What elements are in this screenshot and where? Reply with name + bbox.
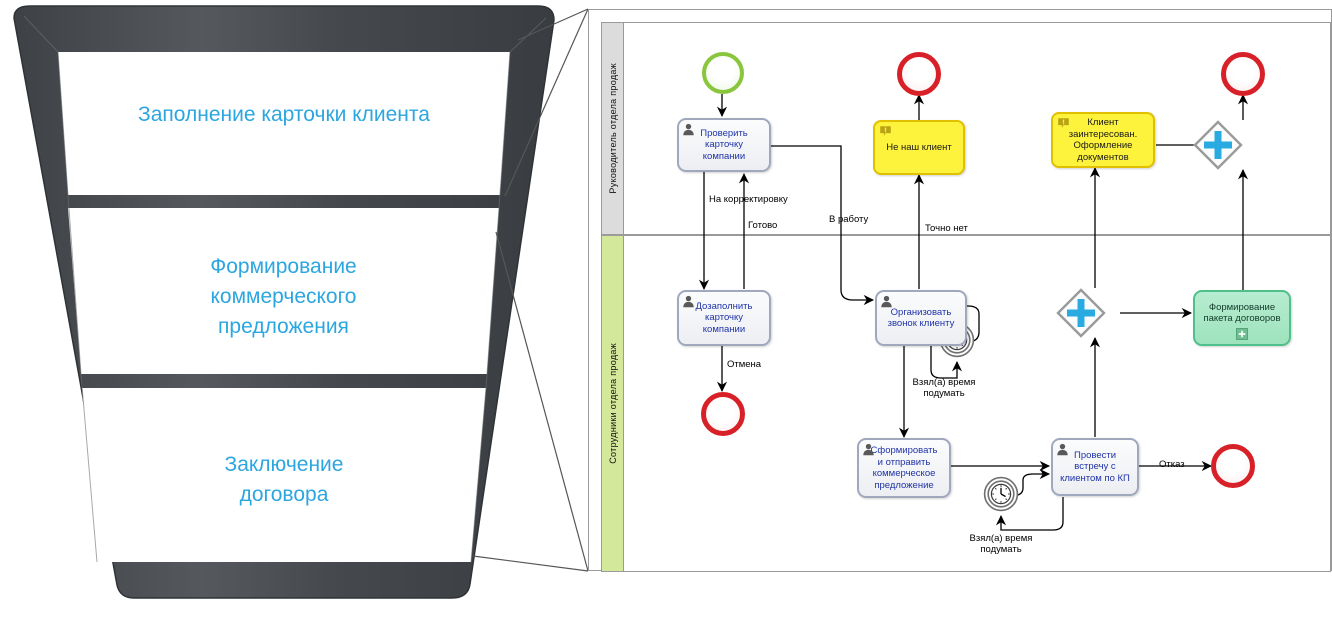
bpmn-end-event-done[interactable] <box>1221 52 1265 96</box>
bpmn-task-meeting[interactable]: Провести встречу с клиентом по КП <box>1051 438 1139 496</box>
bpmn-task-fill-card[interactable]: Дозаполнить карточку компании <box>677 290 771 346</box>
flow-label-ready: Готово <box>748 220 778 231</box>
bpmn-task-check-card[interactable]: Проверить карточку компании <box>677 118 771 172</box>
lane-label-manager: Руководитель отдела продаж <box>607 63 618 194</box>
bpmn-end-event-refusal[interactable] <box>1211 444 1255 488</box>
flow-label-think-2: Взял(а) время подумать <box>969 533 1033 555</box>
funnel-stage-label-3: Заключение договора <box>224 453 344 506</box>
bpmn-end-event-not-our-client[interactable] <box>897 52 941 96</box>
task-label-check-card: Проверить карточку компании <box>700 127 748 162</box>
flow-label-to-work: В работу <box>829 214 869 225</box>
bpmn-annotation-not-our-client[interactable]: Не наш клиент <box>873 120 965 175</box>
lane-header-employees: Сотрудники отдела продаж <box>602 236 624 571</box>
funnel-stage-label-1: Заполнение карточки клиента <box>138 103 430 126</box>
bpmn-task-send-offer[interactable]: Сформировать и отправить коммерческое пр… <box>857 438 951 498</box>
bpmn-task-call-client[interactable]: Организовать звонок клиенту <box>875 290 967 346</box>
user-icon <box>863 443 874 456</box>
flow-label-refusal: Отказ <box>1159 459 1185 470</box>
bpmn-pool: Руководитель отдела продаж Сотрудники от… <box>601 22 1331 572</box>
bpmn-start-event[interactable] <box>702 52 744 94</box>
user-icon <box>683 123 694 136</box>
task-label-meeting: Провести встречу с клиентом по КП <box>1060 449 1130 484</box>
bpmn-subprocess-contract-package[interactable]: Формирование пакета договоров <box>1193 290 1291 346</box>
annotation-label-not-our-client: Не наш клиент <box>886 141 952 153</box>
note-icon <box>1058 118 1069 128</box>
task-label-send-offer: Сформировать и отправить коммерческое пр… <box>870 445 938 491</box>
bpmn-parallel-gateway-split[interactable] <box>1056 288 1106 338</box>
user-icon <box>881 295 892 308</box>
subprocess-label-contract-package: Формирование пакета договоров <box>1203 301 1281 325</box>
task-label-fill-card: Дозаполнить карточку компании <box>695 300 753 335</box>
flow-label-cancel: Отмена <box>727 359 762 370</box>
bpmn-parallel-gateway-join[interactable] <box>1193 120 1243 170</box>
flow-label-correction: На корректировку <box>709 194 788 205</box>
flow-label-definitely-no: Точно нет <box>925 223 968 234</box>
annotation-label-client-interested: Клиент заинтересован. Оформление докумен… <box>1068 117 1138 163</box>
bpmn-annotation-client-interested[interactable]: Клиент заинтересован. Оформление докумен… <box>1051 112 1155 168</box>
flow-label-think-1: Взял(а) время подумать <box>912 377 976 399</box>
user-icon <box>1057 443 1068 456</box>
bpmn-timer-event-meeting[interactable] <box>983 476 1019 512</box>
plus-icon <box>1236 328 1248 340</box>
user-icon <box>683 295 694 308</box>
lane-label-employees: Сотрудники отдела продаж <box>607 343 618 464</box>
note-icon <box>880 126 891 136</box>
sales-funnel-graphic: Заполнение карточки клиента Формирование… <box>0 0 580 622</box>
funnel-stage-label-2: Формирование коммерческого предложения <box>210 255 357 338</box>
bpmn-end-event-cancel[interactable] <box>701 392 745 436</box>
task-label-call-client: Организовать звонок клиенту <box>887 306 955 330</box>
screenshot-canvas: Заполнение карточки клиента Формирование… <box>0 0 1332 622</box>
lane-header-manager: Руководитель отдела продаж <box>602 23 624 234</box>
